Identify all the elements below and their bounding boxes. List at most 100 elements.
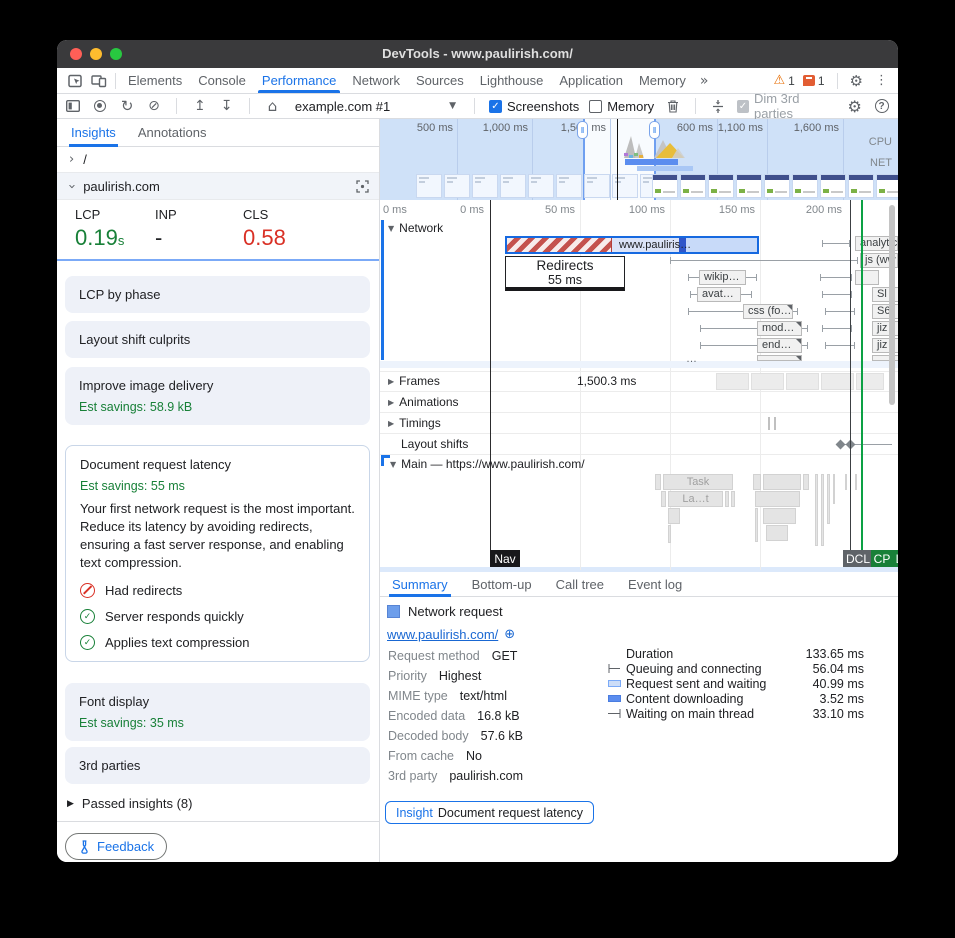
tab-network[interactable]: Network: [344, 68, 408, 93]
task-block-la-t[interactable]: La…t: [668, 491, 723, 507]
insight-card-document-request-latency[interactable]: Document request latencyEst savings: 55 …: [65, 445, 370, 662]
insight-card-3rd-parties[interactable]: 3rd parties: [65, 747, 370, 784]
filmstrip-thumbnail[interactable]: [500, 174, 526, 198]
task-block[interactable]: [668, 525, 671, 543]
task-block[interactable]: [755, 508, 758, 542]
task-block[interactable]: [845, 474, 847, 490]
passed-insights-toggle[interactable]: ▶ Passed insights (8): [67, 796, 379, 811]
breadcrumb-row[interactable]: › /: [57, 147, 379, 173]
task-block[interactable]: [766, 525, 788, 541]
home-icon[interactable]: ⌂: [264, 97, 281, 115]
filmstrip-thumbnail[interactable]: [556, 174, 582, 198]
task-block[interactable]: [725, 491, 729, 507]
vertical-scrollbar[interactable]: [889, 205, 895, 405]
track-resize-handle[interactable]: …: [686, 353, 698, 365]
focus-viewport-icon[interactable]: [356, 180, 369, 196]
timings-track-header[interactable]: ▶ Timings: [388, 416, 441, 430]
task-block[interactable]: [655, 474, 661, 490]
filmstrip-thumbnail[interactable]: [764, 174, 790, 198]
filmstrip-thumbnail[interactable]: [820, 174, 846, 198]
tab-event-log[interactable]: Event log: [628, 572, 682, 597]
filmstrip-thumbnail[interactable]: [848, 174, 874, 198]
upload-profile-icon[interactable]: ↥: [191, 97, 208, 115]
main-document-request[interactable]: www.pauliris…: [505, 236, 759, 254]
filmstrip-thumbnail[interactable]: [444, 174, 470, 198]
frame-block[interactable]: [751, 373, 784, 390]
frame-block[interactable]: [786, 373, 819, 390]
filmstrip-thumbnail[interactable]: [416, 174, 442, 198]
settings-gear-icon[interactable]: ⚙: [850, 72, 863, 90]
selection-handle-left[interactable]: ‖: [577, 121, 588, 139]
tab-summary[interactable]: Summary: [392, 572, 448, 597]
network-request-avat[interactable]: avat…: [697, 287, 741, 302]
selection-handle-right[interactable]: ‖: [649, 121, 660, 139]
tab-memory[interactable]: Memory: [631, 68, 694, 93]
tab-lighthouse[interactable]: Lighthouse: [472, 68, 552, 93]
tab-bottom-up[interactable]: Bottom-up: [472, 572, 532, 597]
record-icon[interactable]: [92, 97, 109, 115]
task-block[interactable]: [668, 508, 680, 524]
network-request-end[interactable]: end…: [757, 338, 802, 353]
task-block[interactable]: [755, 491, 800, 507]
memory-checkbox[interactable]: Memory: [589, 99, 654, 114]
warnings-badge[interactable]: ⚠ 1: [774, 73, 795, 88]
filmstrip-thumbnail[interactable]: [736, 174, 762, 198]
more-tabs-button[interactable]: »: [694, 68, 715, 93]
tab-call-tree[interactable]: Call tree: [556, 572, 604, 597]
site-row[interactable]: › paulirish.com: [57, 173, 379, 200]
network-request-wikip[interactable]: wikip…: [699, 270, 746, 285]
capture-settings-gear-icon[interactable]: ⚙: [846, 97, 863, 115]
filmstrip-thumbnail[interactable]: [876, 174, 898, 198]
help-icon[interactable]: ?: [873, 97, 890, 115]
target-select[interactable]: example.com #1 ▼: [291, 99, 460, 114]
insight-chip[interactable]: Insight Document request latency: [385, 801, 594, 824]
frames-track-header[interactable]: ▶ Frames: [388, 374, 440, 388]
task-block[interactable]: [661, 491, 666, 507]
task-block[interactable]: [763, 474, 801, 490]
network-request[interactable]: [855, 270, 879, 285]
task-block[interactable]: [803, 474, 809, 490]
task-block[interactable]: [827, 474, 830, 524]
inspect-icon[interactable]: [63, 69, 87, 93]
task-block[interactable]: [763, 508, 796, 524]
filmstrip-thumbnail[interactable]: [708, 174, 734, 198]
task-block[interactable]: [815, 474, 818, 546]
frame-block[interactable]: [716, 373, 749, 390]
tab-application[interactable]: Application: [551, 68, 631, 93]
filmstrip-thumbnail[interactable]: [472, 174, 498, 198]
filmstrip-thumbnail[interactable]: [652, 174, 678, 198]
dock-sidebar-icon[interactable]: [65, 97, 82, 115]
filmstrip-thumbnail[interactable]: [584, 174, 610, 198]
task-block-task[interactable]: Task: [663, 474, 733, 490]
animations-track-header[interactable]: ▶ Animations: [388, 395, 459, 409]
tab-annotations[interactable]: Annotations: [138, 119, 207, 147]
reload-record-icon[interactable]: ↻: [119, 97, 136, 115]
task-block[interactable]: [753, 474, 761, 490]
device-toolbar-icon[interactable]: [87, 69, 111, 93]
task-block[interactable]: [731, 491, 735, 507]
collapse-icon[interactable]: [710, 97, 727, 115]
insight-card-layout-shift-culprits[interactable]: Layout shift culprits: [65, 321, 370, 358]
timeline-minimap[interactable]: 500 ms1,000 ms1,500 ms600 ms1,100 ms1,60…: [380, 119, 898, 200]
network-request-mod[interactable]: mod…: [757, 321, 802, 336]
tab-performance[interactable]: Performance: [254, 68, 344, 93]
dim-3rd-parties-checkbox[interactable]: ✓ Dim 3rd parties: [737, 91, 836, 121]
main-track-header[interactable]: ▼ Main — https://www.paulirish.com/: [390, 457, 585, 471]
filmstrip-thumbnail[interactable]: [792, 174, 818, 198]
insight-card-font-display[interactable]: Font displayEst savings: 35 ms: [65, 683, 370, 741]
network-request-css-fo[interactable]: css (fo…: [743, 304, 793, 319]
tab-insights[interactable]: Insights: [71, 119, 116, 147]
task-block[interactable]: [855, 474, 857, 490]
download-profile-icon[interactable]: ↧: [218, 97, 235, 115]
issues-badge[interactable]: 1: [803, 74, 825, 88]
feedback-button[interactable]: Feedback: [65, 833, 167, 860]
screenshots-checkbox[interactable]: ✓ Screenshots: [489, 99, 579, 114]
tab-console[interactable]: Console: [190, 68, 254, 93]
more-options-icon[interactable]: ⋮: [871, 73, 892, 88]
layout-shifts-track-header[interactable]: Layout shifts: [401, 437, 468, 451]
filmstrip-thumbnail[interactable]: [612, 174, 638, 198]
insight-card-improve-image-delivery[interactable]: Improve image deliveryEst savings: 58.9 …: [65, 367, 370, 425]
collect-garbage-icon[interactable]: [664, 97, 681, 115]
tab-elements[interactable]: Elements: [120, 68, 190, 93]
tab-sources[interactable]: Sources: [408, 68, 472, 93]
